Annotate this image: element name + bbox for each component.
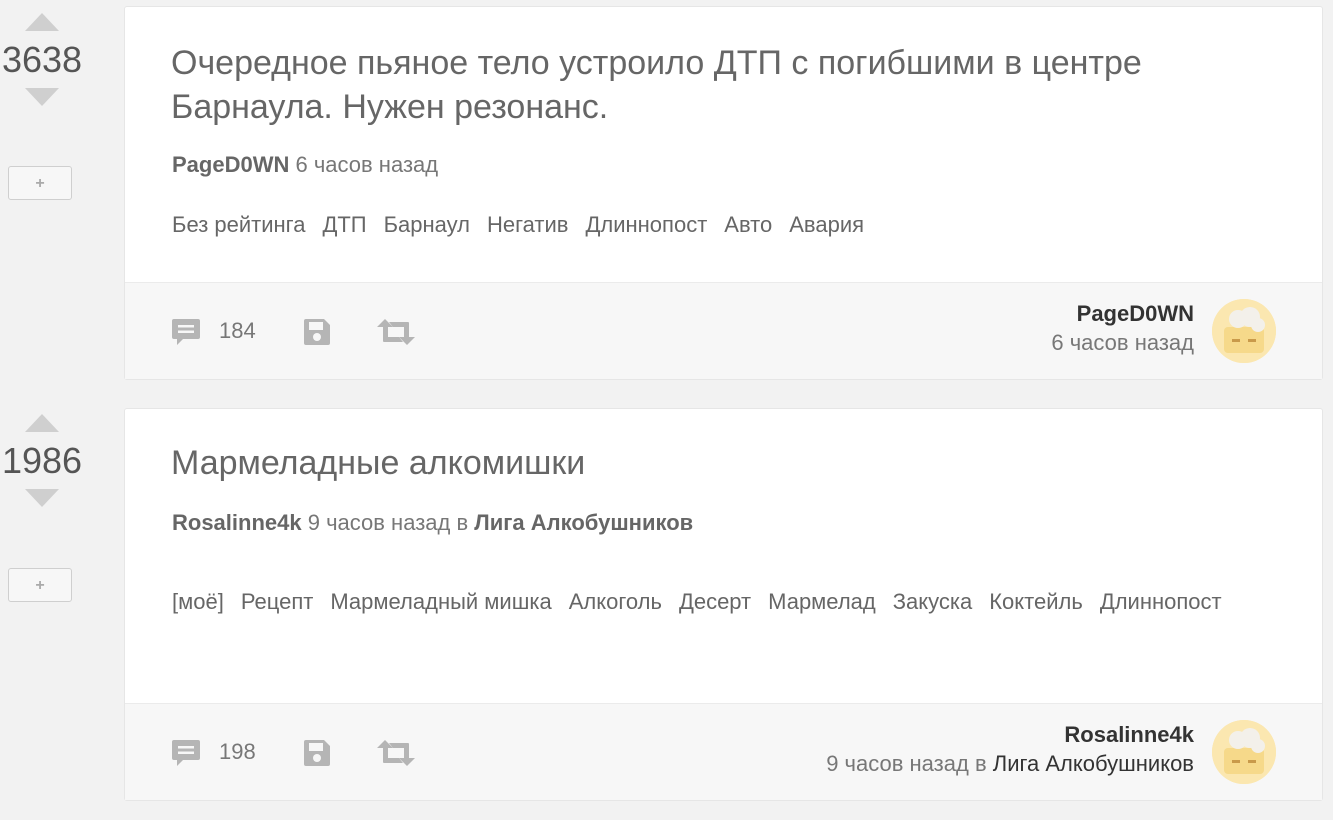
- add-button[interactable]: +: [8, 568, 72, 602]
- tag[interactable]: Длиннопост: [1100, 570, 1222, 634]
- footer-community-prefix: в: [974, 751, 987, 776]
- add-button[interactable]: +: [8, 166, 72, 200]
- save-icon[interactable]: [302, 738, 332, 773]
- footer-author-box: Rosalinne4k 9 часов назад в Лига Алкобуш…: [826, 720, 1194, 778]
- tag-list: [моё] Рецепт Мармеладный мишка Алкоголь Десе…: [172, 570, 1252, 634]
- avatar[interactable]: [1212, 299, 1276, 363]
- repost-icon[interactable]: [377, 319, 415, 350]
- avatar[interactable]: [1212, 720, 1276, 784]
- comment-count[interactable]: 198: [219, 739, 256, 765]
- rating-block: 1986: [0, 414, 84, 507]
- tag[interactable]: Мармеладный мишка: [330, 570, 551, 634]
- tag[interactable]: [моё]: [172, 570, 224, 634]
- post-title[interactable]: Очередное пьяное тело устроило ДТП с пог…: [171, 41, 1276, 129]
- tag[interactable]: Авто: [724, 212, 772, 238]
- rating-block: 3638: [0, 13, 84, 106]
- author-link[interactable]: Rosalinne4k: [172, 510, 302, 535]
- tag[interactable]: Авария: [789, 212, 864, 238]
- tag[interactable]: ДТП: [322, 212, 366, 238]
- comment-icon[interactable]: [171, 738, 201, 773]
- save-icon[interactable]: [302, 317, 332, 352]
- community-link[interactable]: Лига Алкобушников: [474, 510, 693, 535]
- footer-time-text: 9 часов назад: [826, 751, 969, 776]
- tag[interactable]: Без рейтинга: [172, 212, 305, 238]
- post-footer: 184 PageD0WN 6 часов назад: [125, 282, 1322, 379]
- tag[interactable]: Длиннопост: [585, 212, 707, 238]
- author-link[interactable]: PageD0WN: [172, 152, 289, 177]
- footer-community-link[interactable]: Лига Алкобушников: [993, 751, 1194, 776]
- avatar-image: [1212, 720, 1276, 784]
- post-title[interactable]: Мармеладные алкомишки: [171, 441, 1276, 485]
- footer-author-name[interactable]: PageD0WN: [1051, 299, 1194, 329]
- tag[interactable]: Негатив: [487, 212, 568, 238]
- tag[interactable]: Закуска: [893, 570, 973, 634]
- upvote-arrow-icon[interactable]: [25, 414, 59, 432]
- footer-post-time: 9 часов назад в Лига Алкобушников: [826, 750, 1194, 778]
- tag[interactable]: Десерт: [679, 570, 751, 634]
- tag[interactable]: Алкоголь: [569, 570, 662, 634]
- repost-icon[interactable]: [377, 740, 415, 771]
- footer-author-name[interactable]: Rosalinne4k: [826, 720, 1194, 750]
- post-time: 6 часов назад: [295, 152, 439, 177]
- tag[interactable]: Мармелад: [768, 570, 876, 634]
- rating-score: 1986: [1, 440, 83, 481]
- comment-count[interactable]: 184: [219, 318, 256, 344]
- upvote-arrow-icon[interactable]: [25, 13, 59, 31]
- footer-post-time: 6 часов назад: [1051, 329, 1194, 357]
- post-card: Мармеладные алкомишки Rosalinne4k 9 часо…: [124, 408, 1323, 801]
- post-meta: Rosalinne4k 9 часов назад в Лига Алкобуш…: [172, 510, 693, 536]
- tag[interactable]: Коктейль: [989, 570, 1083, 634]
- tag[interactable]: Барнаул: [384, 212, 470, 238]
- comment-icon[interactable]: [171, 317, 201, 352]
- community-prefix: в: [456, 510, 469, 535]
- downvote-arrow-icon[interactable]: [25, 88, 59, 106]
- footer-author-box: PageD0WN 6 часов назад: [1051, 299, 1194, 357]
- downvote-arrow-icon[interactable]: [25, 489, 59, 507]
- footer-time-text: 6 часов назад: [1051, 330, 1194, 355]
- rating-score: 3638: [1, 39, 83, 80]
- tag[interactable]: Рецепт: [241, 570, 314, 634]
- post-meta: PageD0WN 6 часов назад: [172, 152, 438, 178]
- tag-list: Без рейтинга ДТП Барнаул Негатив Длиннопост А…: [172, 212, 881, 238]
- post-card: Очередное пьяное тело устроило ДТП с пог…: [124, 6, 1323, 380]
- post-footer: 198 Rosalinne4k 9 часов назад в Лига Алк…: [125, 703, 1322, 800]
- post-time: 9 часов назад: [307, 510, 451, 535]
- avatar-image: [1212, 299, 1276, 363]
